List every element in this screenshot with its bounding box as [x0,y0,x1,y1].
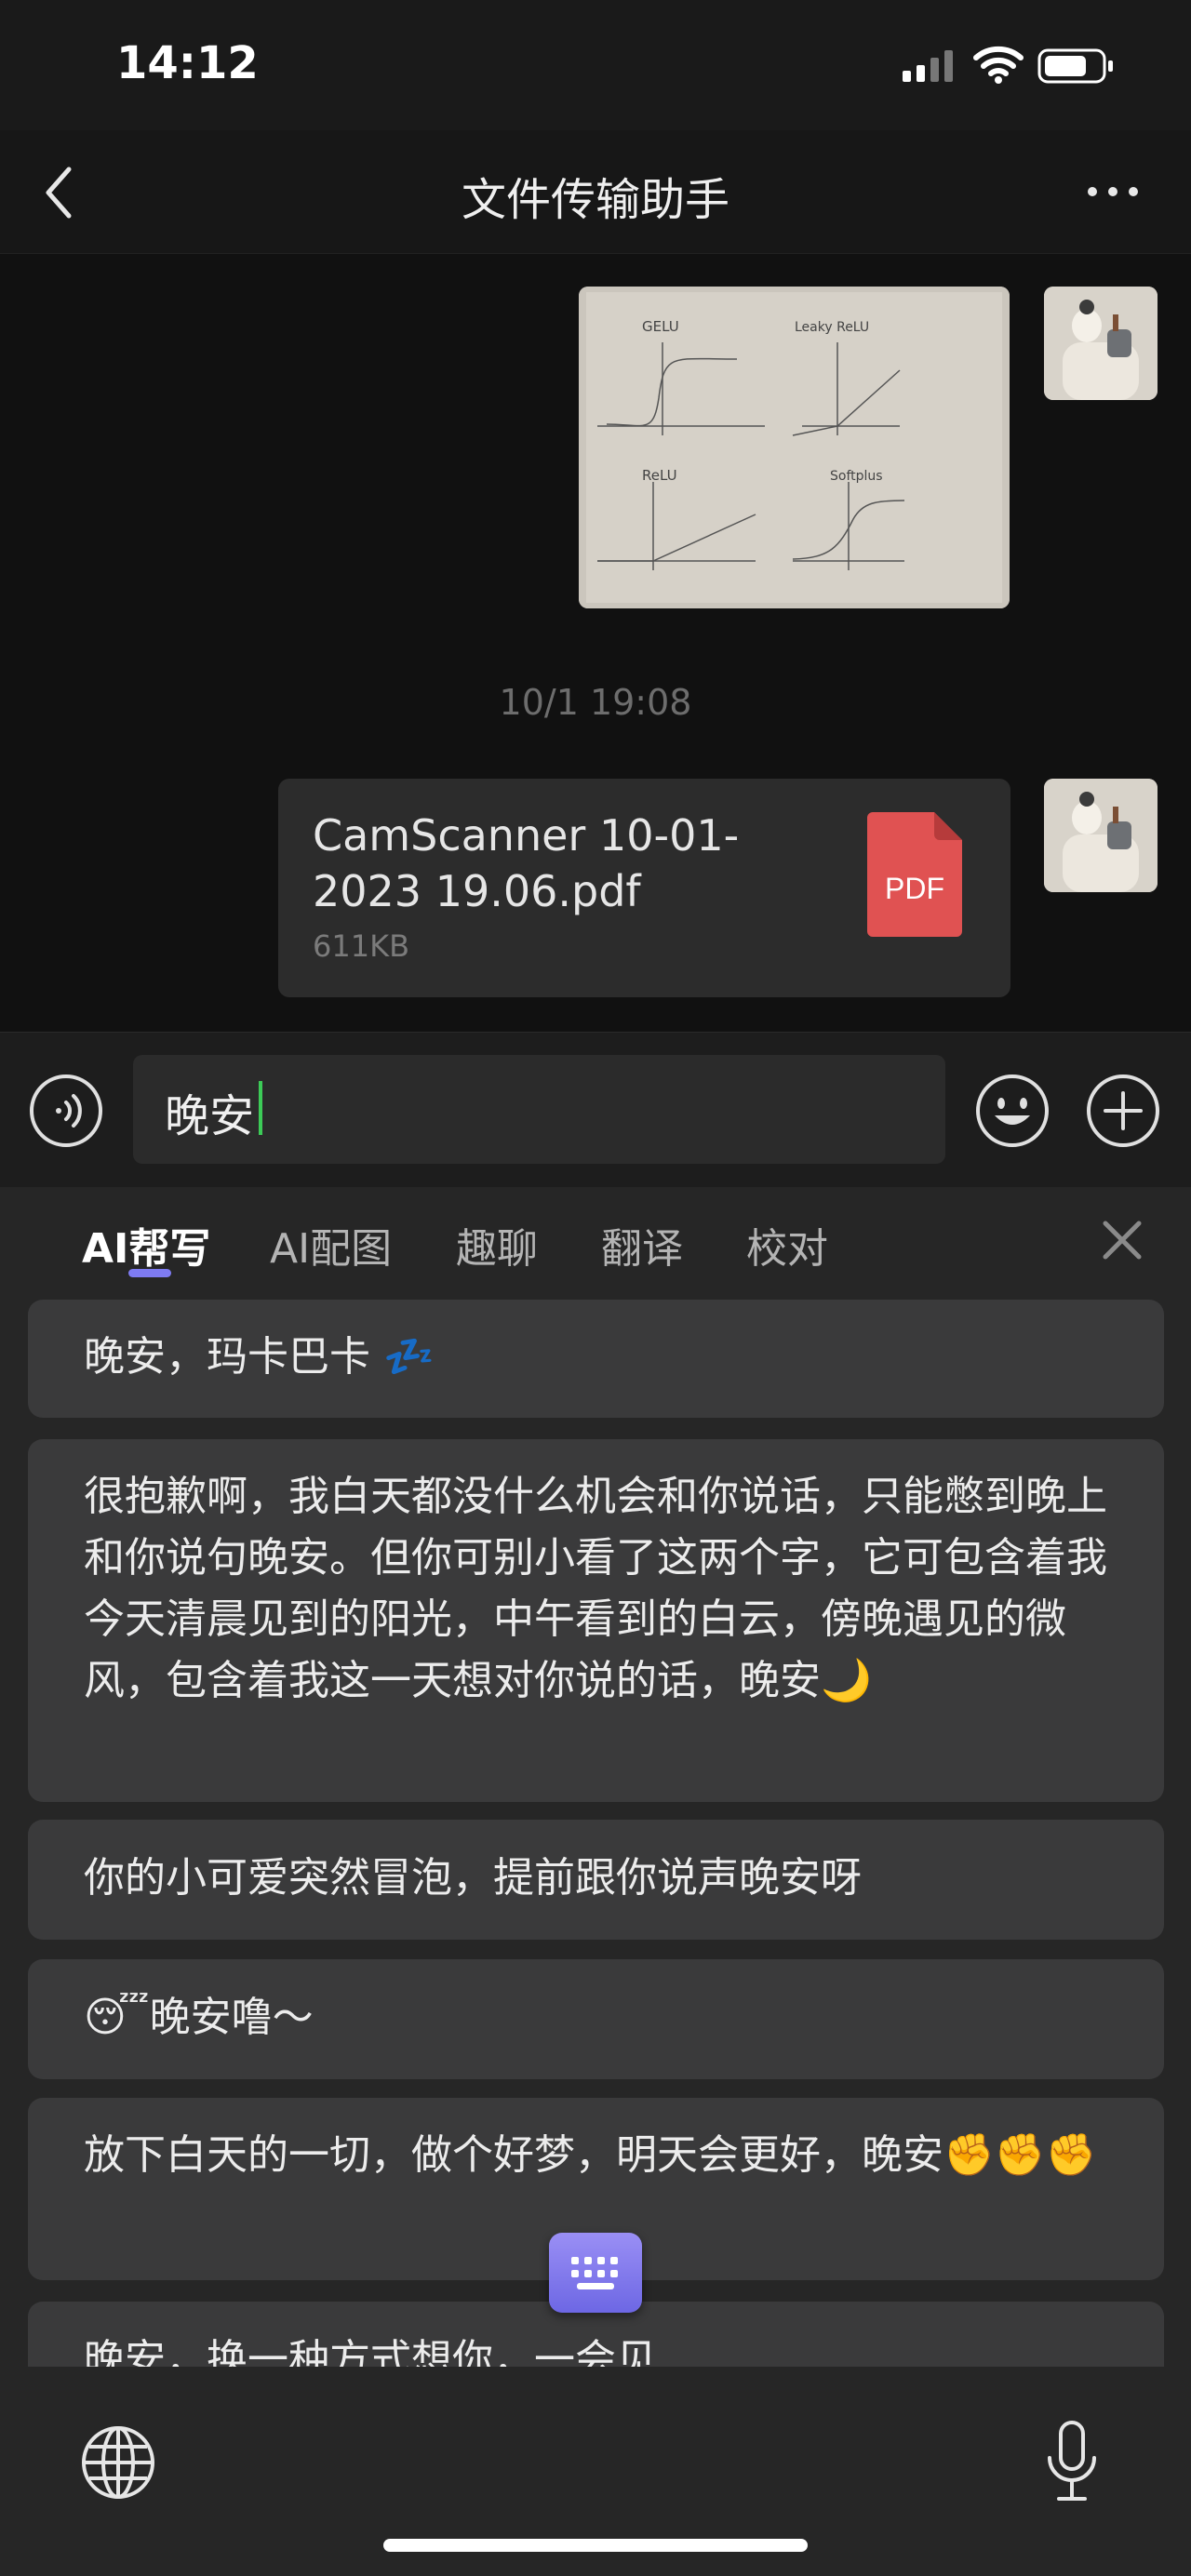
cellular-signal-icon [901,48,958,87]
image-message[interactable]: GELU Leaky ReLU ReLU Softplus [579,287,1010,608]
status-time: 14:12 [116,37,259,89]
wifi-icon [972,45,1024,87]
message-input[interactable] [133,1055,945,1164]
plot-label-gelu: GELU [642,318,679,335]
tab-ai-write[interactable]: AI帮写 [82,1215,210,1275]
tab-ai-image[interactable]: AI配图 [270,1215,392,1275]
tab-translate[interactable]: 翻译 [601,1215,683,1275]
suggestion-text: 晚安，换一种方式想你，一会见 [84,2336,657,2367]
page-title: 文件传输助手 [461,174,729,226]
suggestion-text: 放下白天的一切，做个好梦，明天会更好，晚安✊✊✊ [84,2131,1097,2179]
text-cursor [259,1081,262,1135]
suggestion-text: 你的小可爱突然冒泡，提前跟你说声晚安呀 [84,1854,862,1902]
tab-fun-chat[interactable]: 趣聊 [456,1215,538,1275]
battery-icon [1037,47,1116,89]
avatar[interactable] [1044,287,1158,400]
suggestion-text: 😴晚安噜～ [84,1994,314,2041]
add-plus-icon[interactable] [1085,1073,1161,1153]
avatar[interactable] [1044,779,1158,892]
emoji-icon[interactable] [974,1073,1050,1153]
tab-proofread[interactable]: 校对 [746,1215,828,1275]
message-timestamp: 10/1 19:08 [499,682,692,723]
keyboard-toggle-button[interactable] [549,2233,642,2313]
file-size: 611KB [313,928,410,964]
keyboard-icon [571,2257,618,2289]
pdf-badge-label: PDF [885,872,944,905]
voice-input-icon[interactable] [28,1073,104,1153]
plot-label-leaky-relu: Leaky ReLU [795,320,869,335]
more-options-icon[interactable] [1085,182,1141,205]
home-indicator[interactable] [383,2539,808,2552]
pdf-file-icon: PDF [867,812,962,937]
suggestion-text: 晚安，玛卡巴卡 💤 [84,1333,435,1381]
active-tab-indicator [128,1269,171,1277]
message-input-text: 晚安 [165,1090,255,1142]
plot-label-relu: ReLU [642,467,677,484]
microphone-icon[interactable] [1044,2419,1100,2510]
file-name: CamScanner 10-01-2023 19.06.pdf [313,810,740,916]
plot-label-softplus: Softplus [830,469,883,484]
suggestion-text: 很抱歉啊，我白天都没什么机会和你说话，只能憋到晚上和你说句晚安。但你可别小看了这… [84,1473,1107,1704]
close-panel-icon[interactable] [1102,1220,1143,1264]
globe-icon[interactable] [80,2424,156,2504]
